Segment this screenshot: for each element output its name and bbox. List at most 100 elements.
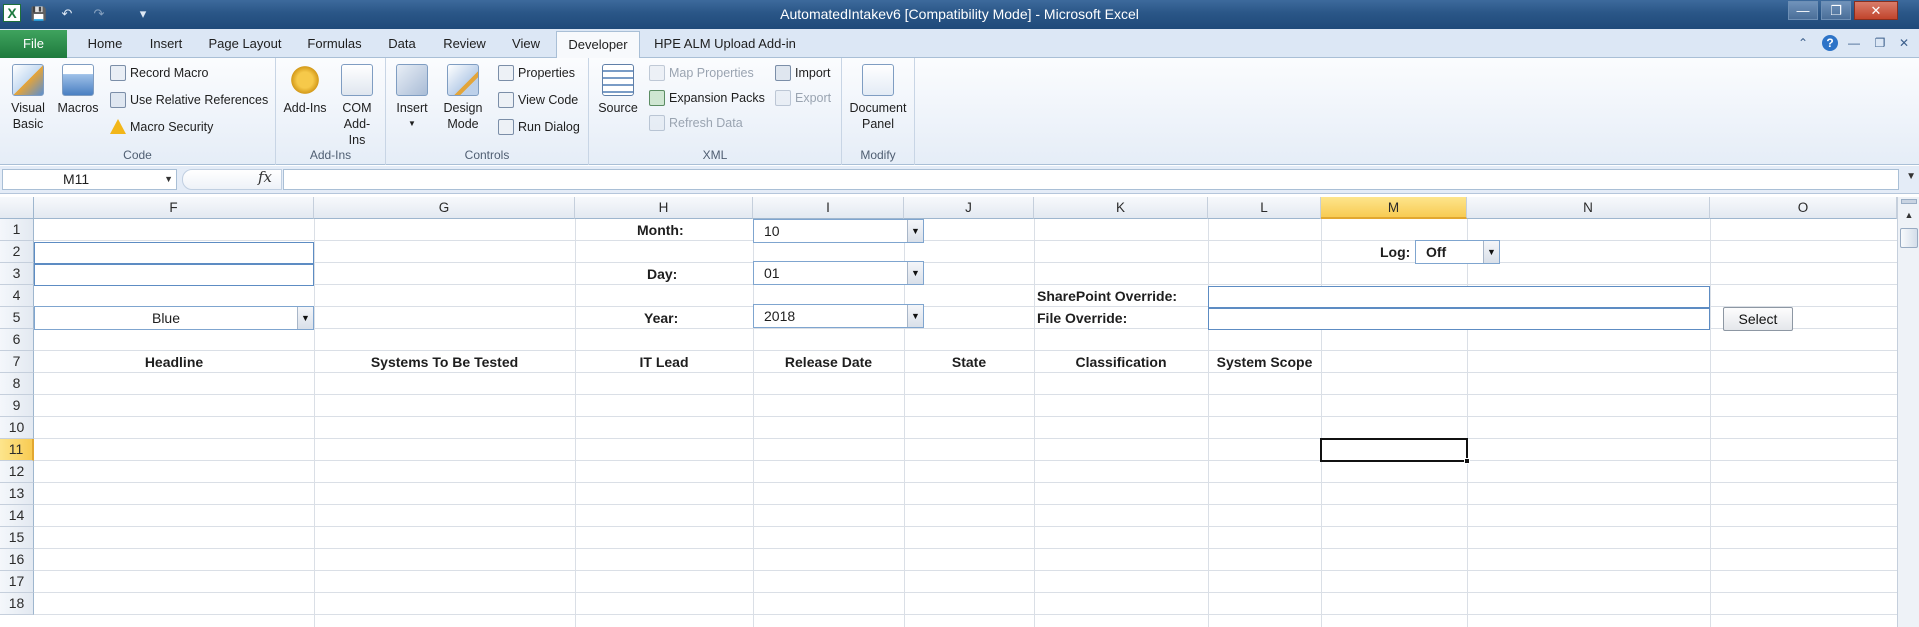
column-header-m[interactable]: M: [1321, 197, 1467, 219]
sharepoint-override-input[interactable]: [1208, 286, 1710, 308]
source-button[interactable]: Source: [595, 62, 641, 116]
row-header-11[interactable]: 11: [0, 439, 34, 461]
document-panel-button[interactable]: Document Panel: [846, 62, 910, 132]
row-header-5[interactable]: 5: [0, 307, 34, 329]
macros-icon: [62, 64, 94, 96]
text-box-f2[interactable]: [34, 242, 314, 264]
chevron-down-icon[interactable]: ▼: [164, 170, 173, 189]
select-all-corner[interactable]: [0, 197, 34, 219]
log-dropdown[interactable]: Off ▼: [1415, 240, 1500, 264]
chevron-down-icon[interactable]: ▼: [907, 305, 923, 327]
run-dialog-button[interactable]: Run Dialog: [496, 117, 580, 137]
properties-button[interactable]: Properties: [496, 63, 575, 83]
export-button[interactable]: Export: [773, 88, 831, 108]
use-relative-references-button[interactable]: Use Relative References: [108, 90, 268, 110]
grid-line: [1208, 219, 1209, 627]
select-button[interactable]: Select: [1723, 307, 1793, 331]
expand-formula-bar-icon[interactable]: ▼: [1906, 171, 1916, 182]
help-icon[interactable]: ?: [1822, 35, 1838, 51]
record-macro-button[interactable]: Record Macro: [108, 63, 209, 83]
chevron-down-icon[interactable]: ▼: [1483, 241, 1499, 263]
month-dropdown[interactable]: 10 ▼: [753, 219, 924, 243]
tab-home[interactable]: Home: [80, 33, 130, 58]
column-header-h[interactable]: H: [575, 197, 753, 219]
macro-security-button[interactable]: Macro Security: [108, 117, 213, 137]
column-header-k[interactable]: K: [1034, 197, 1208, 219]
row-header-15[interactable]: 15: [0, 527, 34, 549]
tab-page-layout[interactable]: Page Layout: [205, 33, 285, 58]
minimize-icon[interactable]: —: [1788, 1, 1818, 20]
chevron-down-icon[interactable]: ▼: [907, 262, 923, 284]
run-dialog-icon: [498, 119, 514, 135]
insert-function-icon[interactable]: fx: [258, 168, 272, 186]
scroll-up-icon[interactable]: ▲: [1900, 210, 1918, 224]
row-header-3[interactable]: 3: [0, 263, 34, 285]
tab-view[interactable]: View: [504, 33, 548, 58]
workbook-close-icon[interactable]: ✕: [1896, 35, 1912, 51]
name-box[interactable]: M11 ▼: [2, 169, 177, 190]
row-header-9[interactable]: 9: [0, 395, 34, 417]
year-dropdown[interactable]: 2018 ▼: [753, 304, 924, 328]
split-handle[interactable]: [1901, 199, 1917, 204]
import-button[interactable]: Import: [773, 63, 830, 83]
tab-file[interactable]: File: [0, 30, 67, 58]
row-header-14[interactable]: 14: [0, 505, 34, 527]
view-code-button[interactable]: View Code: [496, 90, 578, 110]
column-header-j[interactable]: J: [904, 197, 1034, 219]
fill-handle[interactable]: [1464, 458, 1470, 464]
row-header-4[interactable]: 4: [0, 285, 34, 307]
day-dropdown[interactable]: 01 ▼: [753, 261, 924, 285]
header-it-lead: IT Lead: [639, 354, 689, 370]
row-header-6[interactable]: 6: [0, 329, 34, 351]
column-header-g[interactable]: G: [314, 197, 575, 219]
row-header-2[interactable]: 2: [0, 241, 34, 263]
insert-control-button[interactable]: Insert ▼: [390, 62, 434, 132]
workbook-restore-icon[interactable]: ❐: [1872, 35, 1888, 51]
add-ins-button[interactable]: Add-Ins: [280, 62, 330, 116]
design-mode-button[interactable]: Design Mode: [438, 62, 488, 132]
tab-formulas[interactable]: Formulas: [302, 33, 367, 58]
vertical-scrollbar[interactable]: ▲: [1897, 197, 1919, 627]
tab-insert[interactable]: Insert: [141, 33, 191, 58]
restore-icon[interactable]: ❐: [1821, 1, 1851, 20]
chevron-down-icon[interactable]: ▼: [297, 307, 313, 329]
row-header-17[interactable]: 17: [0, 571, 34, 593]
file-override-input[interactable]: [1208, 308, 1710, 330]
tab-developer[interactable]: Developer: [556, 31, 640, 59]
tab-hpe-alm-upload[interactable]: HPE ALM Upload Add-in: [650, 33, 800, 58]
visual-basic-button[interactable]: Visual Basic: [4, 62, 52, 132]
formula-input[interactable]: [283, 169, 1899, 190]
close-icon[interactable]: ✕: [1854, 1, 1898, 20]
column-header-l[interactable]: L: [1208, 197, 1321, 219]
warning-icon: [110, 119, 126, 134]
color-dropdown[interactable]: Blue ▼: [34, 306, 314, 330]
column-header-o[interactable]: O: [1710, 197, 1897, 219]
scroll-thumb[interactable]: [1900, 228, 1918, 248]
workbook-minimize-icon[interactable]: —: [1846, 35, 1862, 51]
row-header-13[interactable]: 13: [0, 483, 34, 505]
grid-line: [34, 526, 1897, 527]
row-header-10[interactable]: 10: [0, 417, 34, 439]
text-box-f3[interactable]: [34, 264, 314, 286]
row-header-8[interactable]: 8: [0, 373, 34, 395]
row-header-12[interactable]: 12: [0, 461, 34, 483]
tab-data[interactable]: Data: [380, 33, 424, 58]
minimize-ribbon-icon[interactable]: ⌃: [1795, 35, 1811, 51]
map-properties-button[interactable]: Map Properties: [647, 63, 754, 83]
macros-button[interactable]: Macros: [54, 62, 102, 116]
refresh-data-button[interactable]: Refresh Data: [647, 113, 743, 133]
ribbon: Visual Basic Macros Record Macro Use Rel…: [0, 58, 1919, 165]
row-header-7[interactable]: 7: [0, 351, 34, 373]
chevron-down-icon[interactable]: ▼: [907, 220, 923, 242]
row-header-18[interactable]: 18: [0, 593, 34, 615]
expansion-packs-button[interactable]: Expansion Packs: [647, 88, 765, 108]
row-header-1[interactable]: 1: [0, 219, 34, 241]
tab-review[interactable]: Review: [437, 33, 492, 58]
column-header-f[interactable]: F: [34, 197, 314, 219]
com-add-ins-button[interactable]: COM Add-Ins: [332, 62, 382, 148]
column-header-i[interactable]: I: [753, 197, 904, 219]
worksheet-grid[interactable]: F G H I J K L M N O 1 2 3 4 5 6 7 8 9 10…: [0, 197, 1897, 627]
column-header-n[interactable]: N: [1467, 197, 1710, 219]
row-header-16[interactable]: 16: [0, 549, 34, 571]
active-cell[interactable]: [1320, 438, 1470, 464]
